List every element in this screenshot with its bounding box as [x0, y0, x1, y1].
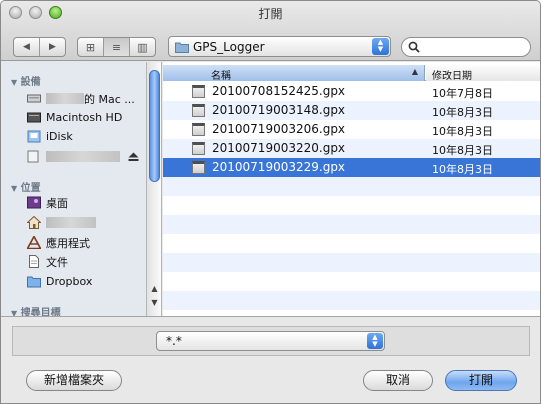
- list-view-button[interactable]: ≡: [104, 38, 130, 56]
- file-date: 10年8月3日: [432, 125, 493, 138]
- file-date: 10年7月8日: [432, 87, 493, 100]
- forward-icon: ▶: [49, 42, 56, 52]
- sidebar-item-label: Dropbox: [46, 275, 93, 288]
- computer-icon: [27, 94, 41, 103]
- file-row[interactable]: 20100719003220.gpx 10年8月3日: [163, 139, 540, 158]
- file-format-label: *.*: [166, 334, 182, 348]
- dropbox-icon: [27, 276, 41, 288]
- home-icon: [27, 216, 41, 229]
- search-icon: [408, 41, 420, 53]
- scroll-down-icon[interactable]: ▼: [147, 298, 162, 307]
- location-label: GPS_Logger: [193, 40, 265, 54]
- file-date: 10年8月3日: [432, 144, 493, 157]
- redacted-name: [46, 93, 84, 104]
- sidebar-scrollbar[interactable]: ▲ ▼: [147, 62, 162, 316]
- sidebar-header-places: ▼ 位置: [11, 183, 41, 194]
- file-row[interactable]: 20100719003206.gpx 10年8月3日: [163, 120, 540, 139]
- search-field[interactable]: [401, 37, 531, 57]
- redacted-name: [46, 151, 120, 162]
- idisk-icon: [27, 130, 41, 143]
- file-name: 20100719003148.gpx: [212, 103, 346, 117]
- column-view-button[interactable]: ▥: [130, 38, 155, 56]
- dialog-footer: *.* ▲ ▼ 新增檔案夾 取消 打開: [1, 316, 540, 403]
- file-format-popup[interactable]: *.* ▲ ▼: [156, 331, 385, 351]
- drive-icon: [27, 150, 39, 163]
- cancel-button[interactable]: 取消: [363, 370, 433, 391]
- sidebar-header-devices: ▼ 設備: [11, 77, 41, 88]
- empty-row: [163, 215, 540, 234]
- sidebar-header-search-for: ▼ 搜尋目標: [11, 308, 61, 316]
- file-row[interactable]: 20100708152425.gpx 10年7月8日: [163, 82, 540, 101]
- sidebar-item-applications[interactable]: 應用程式: [27, 234, 90, 251]
- icon-view-button[interactable]: ⊞: [78, 38, 104, 56]
- title-bar: 打開 ◀ ▶ ⊞ ≡ ▥ GPS_Logger ▲ ▼: [1, 1, 540, 61]
- file-row-selected[interactable]: 20100719003229.gpx 10年8月3日: [163, 158, 540, 177]
- file-name: 20100708152425.gpx: [212, 84, 346, 98]
- gpx-file-icon: [192, 142, 205, 155]
- file-list: 名稱 ▲ 修改日期 20100708152425.gpx 10年7月8日 201…: [163, 62, 540, 316]
- new-folder-button[interactable]: 新增檔案夾: [26, 370, 122, 391]
- eject-icon[interactable]: [128, 152, 139, 162]
- sidebar-item-macintosh-hd[interactable]: Macintosh HD: [27, 109, 122, 126]
- gpx-file-icon: [192, 123, 205, 136]
- file-row[interactable]: 20100719003148.gpx 10年8月3日: [163, 101, 540, 120]
- sidebar-item-external-drive[interactable]: [27, 148, 139, 165]
- scrollbar-thumb[interactable]: [149, 70, 160, 182]
- list-view-icon: ≡: [111, 40, 122, 54]
- file-date: 10年8月3日: [432, 106, 493, 119]
- folder-icon: [175, 42, 189, 53]
- nav-buttons: ◀ ▶: [13, 37, 66, 57]
- chevron-updown-icon: ▲ ▼: [367, 333, 383, 349]
- empty-row: [163, 177, 540, 196]
- file-name: 20100719003220.gpx: [212, 141, 346, 155]
- sidebar-item-idisk[interactable]: iDisk: [27, 128, 73, 145]
- gpx-file-icon: [192, 104, 205, 117]
- hard-drive-icon: [27, 112, 41, 123]
- sidebar-item-dropbox[interactable]: Dropbox: [27, 273, 92, 290]
- sidebar-item-label: 桌面: [46, 196, 68, 210]
- file-name: 20100719003206.gpx: [212, 122, 346, 136]
- back-button[interactable]: ◀: [14, 38, 40, 56]
- file-name: 20100719003229.gpx: [212, 160, 346, 174]
- location-popup[interactable]: GPS_Logger ▲ ▼: [168, 36, 391, 57]
- file-list-header: 名稱 ▲ 修改日期: [163, 65, 540, 82]
- open-dialog: 打開 ◀ ▶ ⊞ ≡ ▥ GPS_Logger ▲ ▼ ▼ 設備 的 Mac .…: [0, 0, 541, 404]
- gpx-file-icon: [192, 85, 205, 98]
- column-header-name[interactable]: 名稱 ▲: [163, 65, 425, 82]
- column-header-date[interactable]: 修改日期: [426, 65, 540, 82]
- sidebar-item-documents[interactable]: 文件: [27, 253, 68, 270]
- applications-icon: [27, 236, 41, 249]
- search-input[interactable]: [422, 40, 526, 54]
- column-view-icon: ▥: [137, 40, 148, 54]
- sidebar-item-label: 文件: [46, 255, 68, 269]
- window-title: 打開: [258, 7, 283, 21]
- icon-view-icon: ⊞: [85, 40, 96, 54]
- documents-icon: [29, 255, 39, 268]
- sidebar-item-label: 的 Mac ...: [84, 92, 135, 106]
- empty-row: [163, 253, 540, 272]
- sidebar-item-label: Macintosh HD: [46, 111, 123, 124]
- sidebar-item-home[interactable]: [27, 214, 96, 231]
- open-button[interactable]: 打開: [445, 370, 517, 391]
- file-date: 10年8月3日: [432, 163, 493, 176]
- sidebar-item-label: iDisk: [46, 130, 73, 143]
- sidebar-item-label: 應用程式: [46, 236, 90, 250]
- sidebar-item-desktop[interactable]: 桌面: [27, 194, 68, 211]
- sort-ascending-icon: ▲: [411, 67, 418, 76]
- desktop-icon: [27, 196, 41, 209]
- sidebar: ▼ 設備 的 Mac ... Macintosh HD iDisk ▼ 位置 桌…: [1, 62, 147, 316]
- view-mode-selector: ⊞ ≡ ▥: [77, 37, 156, 57]
- redacted-name: [46, 217, 96, 228]
- sidebar-item-mac[interactable]: 的 Mac ...: [27, 90, 135, 107]
- back-icon: ◀: [23, 42, 30, 52]
- gpx-file-icon: [192, 161, 205, 174]
- empty-row: [163, 291, 540, 310]
- chevron-updown-icon: ▲ ▼: [372, 38, 389, 55]
- forward-button[interactable]: ▶: [40, 38, 65, 56]
- scroll-up-icon[interactable]: ▲: [147, 284, 162, 293]
